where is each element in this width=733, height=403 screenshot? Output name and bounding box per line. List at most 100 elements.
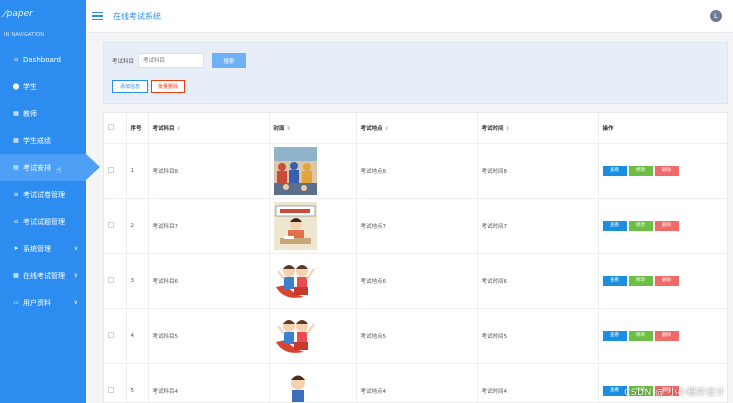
table-row[interactable]: 3 考试科目6 考试地点6 考试时间6 查看 修改 删除 (104, 253, 727, 309)
menu-toggle-icon[interactable] (92, 10, 103, 23)
column-header-cover[interactable]: 封面 ⇕ (269, 113, 357, 144)
view-button[interactable]: 查看 (602, 330, 627, 341)
avatar[interactable]: L (710, 10, 722, 22)
table-row[interactable]: 1 考试科目8 考试地点8 考试时间8 查看 修改 删除 (104, 143, 727, 199)
row-index: 1 (126, 143, 149, 199)
sidebar-item-label: 教师 (23, 109, 37, 118)
sidebar-item[interactable]: ▭ 用户资料 ∨ (0, 289, 86, 316)
view-button[interactable]: 查看 (602, 275, 627, 286)
list-icon: ≡ (13, 191, 19, 198)
sort-icon[interactable]: ⇕ (177, 126, 181, 132)
send-icon: ➤ (13, 245, 19, 252)
location-icon: ⬤ (12, 83, 20, 90)
sidebar-item[interactable]: ▤ 考试安排 ☝ (0, 154, 100, 181)
batch-delete-button[interactable]: 批量删除 (151, 80, 185, 93)
sidebar-item[interactable]: ▦ 在线考试管理 ∨ (0, 262, 86, 289)
row-subject: 考试科目7 (148, 198, 270, 254)
logo-icon: ⁄ (4, 8, 6, 20)
sidebar-item-label: 考试安排 (23, 163, 51, 172)
sidebar-item-label: 考试试题管理 (23, 217, 65, 226)
logo-text: paper (6, 9, 33, 19)
sidebar-item[interactable]: ▦ 学生成绩 (0, 127, 86, 154)
row-index: 4 (126, 308, 149, 364)
system-title: 在线考试系统 (113, 11, 161, 21)
chevron-down-icon: ∨ (73, 272, 78, 279)
delete-button[interactable]: 删除 (654, 165, 679, 176)
sidebar: ⁄ paper IN NAVIGATION ⌂ Dashboard ⬤ 学生 ▦ 教师 ▦ 学… (0, 0, 100, 403)
sort-icon[interactable]: ⇕ (385, 126, 389, 132)
add-button[interactable]: 添加信息 (112, 80, 148, 93)
sidebar-item[interactable]: ➤ 系统管理 ∨ (0, 235, 86, 262)
row-cover (269, 143, 357, 199)
edit-button[interactable]: 修改 (628, 165, 653, 176)
row-time: 考试时间8 (477, 143, 599, 199)
table-row[interactable]: 2 考试科目7 考试地点7 考试时间7 查看 修改 删除 (104, 198, 727, 254)
grid-icon: ▦ (13, 272, 19, 279)
top-bar: 在线考试系统 L (86, 0, 733, 33)
row-checkbox[interactable] (108, 331, 114, 338)
sort-icon[interactable]: ⇕ (506, 126, 510, 132)
row-checkbox[interactable] (108, 386, 114, 393)
row-index: 2 (126, 198, 149, 254)
row-actions: 查看 修改 删除 (598, 143, 727, 199)
sidebar-item[interactable]: ⌂ 考试试题管理 (0, 208, 86, 235)
row-time: 考试时间7 (477, 198, 599, 254)
row-checkbox[interactable] (108, 276, 114, 283)
row-index: 3 (126, 253, 149, 309)
sort-icon[interactable]: ⇕ (287, 126, 291, 132)
row-time: 考试时间4 (477, 363, 599, 402)
edit-button[interactable]: 修改 (628, 220, 653, 231)
sidebar-item[interactable]: ▦ 教师 (0, 100, 86, 127)
delete-button[interactable]: 删除 (654, 330, 679, 341)
search-input[interactable] (138, 53, 205, 68)
row-time: 考试时间5 (477, 308, 599, 364)
select-all-checkbox[interactable] (108, 123, 114, 130)
edit-button[interactable]: 修改 (628, 275, 653, 286)
watermark: CSDN @ 小小程序设计 (624, 388, 725, 398)
delete-button[interactable]: 删除 (654, 220, 679, 231)
table-row[interactable]: 4 考试科目5 考试地点5 考试时间5 查看 修改 删除 (104, 308, 727, 364)
logo[interactable]: ⁄ paper (0, 0, 86, 28)
row-location: 考试地点5 (356, 308, 478, 364)
cover-image (273, 201, 356, 250)
view-button[interactable]: 查看 (602, 385, 627, 396)
row-cover (269, 308, 357, 364)
data-table: 序号 考试科目 ⇕ 封面 ⇕ 考试地点 ⇕ 考试时间 ⇕ 操作 1 考试科目8 考试地点8 考… (103, 112, 728, 403)
row-location: 考试地点6 (356, 253, 478, 309)
row-actions: 查看 修改 删除 (598, 308, 727, 364)
select-all-cell (104, 113, 127, 144)
row-checkbox[interactable] (108, 166, 114, 173)
column-header-index: 序号 (126, 113, 149, 144)
view-button[interactable]: 查看 (602, 220, 627, 231)
grid-icon: ▦ (13, 110, 19, 117)
sidebar-item[interactable]: ⌂ Dashboard (0, 46, 86, 73)
column-header-location[interactable]: 考试地点 ⇕ (356, 113, 478, 144)
row-actions: 查看 修改 删除 (598, 198, 727, 254)
sidebar-item-label: 考试试卷管理 (23, 190, 65, 199)
grid-icon: ▦ (13, 137, 19, 144)
row-cover (269, 198, 357, 254)
cover-image (273, 256, 356, 305)
row-checkbox[interactable] (108, 221, 114, 228)
cover-image (273, 311, 356, 360)
edit-button[interactable]: 修改 (628, 330, 653, 341)
row-subject: 考试科目4 (148, 363, 270, 402)
row-cover (269, 363, 357, 402)
sidebar-menu: ⌂ Dashboard ⬤ 学生 ▦ 教师 ▦ 学生成绩 ▤ 考试安排 ☝ ≡ 考试试卷管理 ⌂ 考试试题管… (0, 46, 100, 316)
delete-button[interactable]: 删除 (654, 275, 679, 286)
card-icon: ▭ (13, 299, 19, 306)
row-cover (269, 253, 357, 309)
mouse-cursor-icon: ☝ (56, 166, 62, 176)
row-subject: 考试科目5 (148, 308, 270, 364)
home-icon: ⌂ (14, 218, 18, 225)
sidebar-item-label: Dashboard (23, 55, 61, 64)
row-actions: 查看 修改 删除 (598, 253, 727, 309)
sidebar-item[interactable]: ≡ 考试试卷管理 (0, 181, 86, 208)
column-header-time[interactable]: 考试时间 ⇕ (477, 113, 599, 144)
view-button[interactable]: 查看 (602, 165, 627, 176)
sidebar-item[interactable]: ⬤ 学生 (0, 73, 86, 100)
search-panel: 考试科目 搜索 添加信息 批量删除 (103, 42, 728, 104)
row-subject: 考试科目8 (148, 143, 270, 199)
column-header-subject[interactable]: 考试科目 ⇕ (148, 113, 270, 144)
search-button[interactable]: 搜索 (212, 53, 247, 68)
